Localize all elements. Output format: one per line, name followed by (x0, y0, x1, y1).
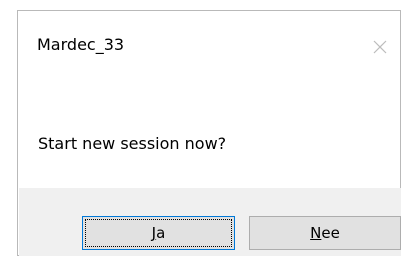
close-button[interactable] (366, 33, 394, 61)
no-button-label-rest: ee (321, 224, 340, 242)
close-icon (373, 40, 387, 54)
dialog-frame: Mardec_33 Start new session now? Ja Nee (17, 10, 401, 256)
dialog-title: Mardec_33 (37, 35, 125, 54)
no-button[interactable]: Nee (249, 216, 401, 250)
message-dialog: Mardec_33 Start new session now? Ja Nee (0, 0, 419, 267)
yes-button[interactable]: Ja (82, 216, 235, 250)
no-button-label: Nee (310, 224, 340, 242)
focus-indicator (85, 219, 232, 247)
dialog-message: Start new session now? (38, 134, 227, 153)
button-bar: Ja Nee (19, 188, 401, 256)
no-button-mnemonic: N (310, 224, 322, 242)
